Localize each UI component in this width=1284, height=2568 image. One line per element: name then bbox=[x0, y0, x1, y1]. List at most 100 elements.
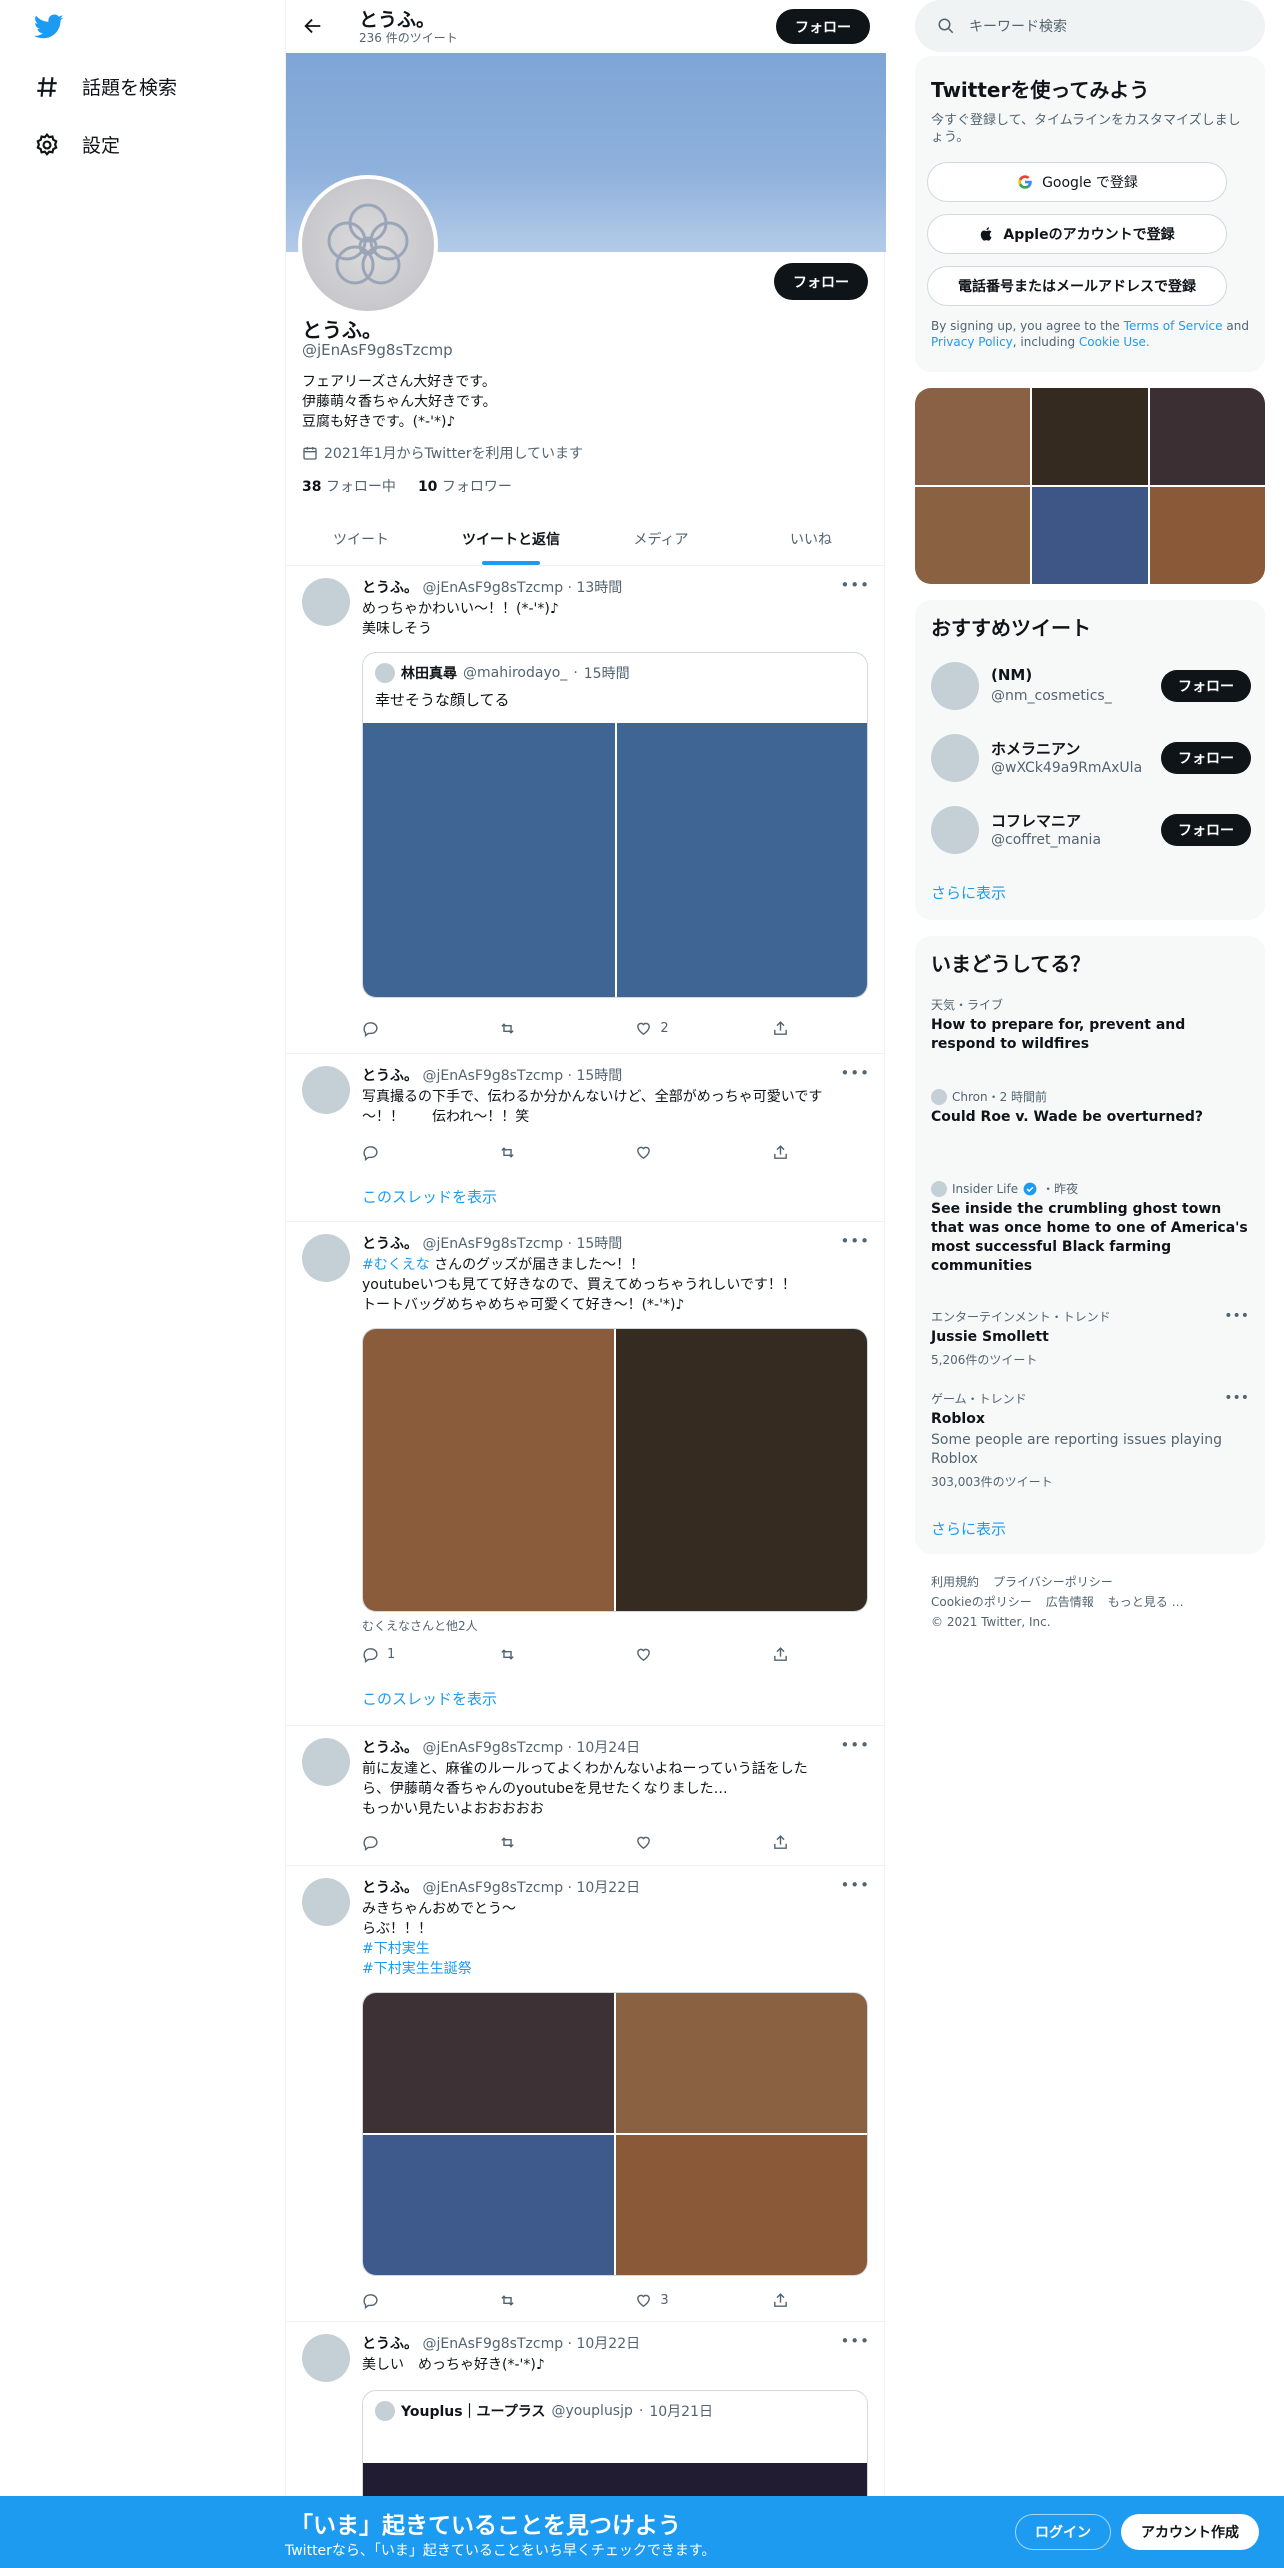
avatar[interactable] bbox=[302, 2334, 350, 2382]
profile-avatar[interactable] bbox=[298, 175, 438, 315]
reply-button[interactable] bbox=[362, 1142, 442, 1162]
like-button[interactable] bbox=[635, 1142, 715, 1162]
reply-button[interactable]: 1 bbox=[362, 1644, 442, 1664]
more-icon[interactable]: ••• bbox=[1224, 1390, 1249, 1406]
follow-button[interactable]: フォロー bbox=[1161, 814, 1251, 846]
share-button[interactable] bbox=[772, 1644, 792, 1664]
media-image[interactable] bbox=[363, 1993, 614, 2133]
show-thread-link[interactable]: このスレッドを表示 bbox=[362, 1186, 497, 1207]
retweet-button[interactable] bbox=[499, 1644, 579, 1664]
more-icon[interactable]: ••• bbox=[840, 2332, 870, 2350]
retweet-button[interactable] bbox=[499, 1832, 579, 1852]
tweet-author-handle[interactable]: @jEnAsF9g8sTzcmp bbox=[422, 1068, 563, 1084]
like-button[interactable] bbox=[635, 1832, 715, 1852]
avatar[interactable] bbox=[302, 1738, 350, 1786]
media-thumbnail[interactable] bbox=[1032, 487, 1148, 584]
media-image[interactable] bbox=[363, 1329, 614, 1611]
tweet[interactable]: とうふ。 @jEnAsF9g8sTzcmp · 13時間 ••• めっちゃかわい… bbox=[286, 566, 886, 1054]
follow-button[interactable]: フォロー bbox=[1161, 742, 1251, 774]
media-thumbnail[interactable] bbox=[915, 388, 1031, 485]
show-thread-link[interactable]: このスレッドを表示 bbox=[362, 1688, 497, 1709]
tab-tweets[interactable]: ツイート bbox=[286, 512, 436, 565]
media-image[interactable] bbox=[616, 2135, 867, 2275]
more-icon[interactable]: ••• bbox=[840, 1232, 870, 1250]
share-button[interactable] bbox=[772, 1142, 792, 1162]
hashtag-link[interactable]: #下村実生 bbox=[362, 1939, 516, 1959]
trend-item[interactable]: エンターテインメント・トレンド Jussie Smollett 5,206件のツ… bbox=[931, 1308, 1249, 1368]
tweet-time[interactable]: 10月22日 bbox=[576, 1880, 640, 1896]
tweet[interactable]: とうふ。 @jEnAsF9g8sTzcmp · 10月22日 ••• みきちゃん… bbox=[286, 1866, 886, 2322]
media-thumbnail[interactable] bbox=[915, 487, 1031, 584]
hashtag-link[interactable]: #むくえな bbox=[362, 1257, 430, 1273]
tweet-author-name[interactable]: とうふ。 bbox=[362, 1880, 418, 1896]
suggested-user[interactable]: コフレマニア @coffret_mania フォロー bbox=[931, 802, 1251, 858]
tweet[interactable]: とうふ。 @jEnAsF9g8sTzcmp · 15時間 ••• 写真撮るの下手… bbox=[286, 1054, 886, 1222]
more-icon[interactable]: ••• bbox=[1224, 1308, 1249, 1324]
trend-item[interactable]: Chron・2 時間前 Could Roe v. Wade be overtur… bbox=[931, 1088, 1249, 1127]
retweet-button[interactable] bbox=[499, 1142, 579, 1162]
footer-link-terms[interactable]: 利用規約 bbox=[931, 1575, 979, 1589]
media-image[interactable] bbox=[616, 1329, 867, 1611]
more-icon[interactable]: ••• bbox=[840, 1736, 870, 1754]
tweet[interactable]: とうふ。 @jEnAsF9g8sTzcmp · 10月24日 ••• 前に友達と… bbox=[286, 1726, 886, 1866]
media-image[interactable] bbox=[363, 2135, 614, 2275]
follow-button[interactable]: フォロー bbox=[1161, 670, 1251, 702]
trend-item[interactable]: Insider Life ・昨夜 See inside the crumbling… bbox=[931, 1180, 1249, 1276]
avatar[interactable] bbox=[302, 1234, 350, 1282]
tagged-users[interactable]: むくえなさんと他2人 bbox=[362, 1616, 478, 1636]
show-more-link[interactable]: さらに表示 bbox=[931, 1518, 1006, 1539]
footer-link-cookie[interactable]: Cookieのポリシー bbox=[931, 1595, 1032, 1609]
avatar[interactable] bbox=[302, 578, 350, 626]
tweet[interactable]: とうふ。 @jEnAsF9g8sTzcmp · 15時間 ••• #むくえな さ… bbox=[286, 1222, 886, 1726]
media-thumbnail[interactable] bbox=[1149, 487, 1265, 584]
tweet-author-name[interactable]: とうふ。 bbox=[362, 1236, 418, 1252]
hashtag-link[interactable]: #下村実生生誕祭 bbox=[362, 1959, 516, 1979]
footer-link-more[interactable]: もっと見る … bbox=[1108, 1595, 1184, 1609]
tweet-author-handle[interactable]: @jEnAsF9g8sTzcmp bbox=[422, 1236, 563, 1252]
like-button[interactable]: 3 bbox=[635, 2290, 715, 2310]
retweet-button[interactable] bbox=[499, 1018, 579, 1038]
media-image[interactable] bbox=[363, 723, 615, 997]
avatar[interactable] bbox=[302, 1066, 350, 1114]
media-image[interactable] bbox=[617, 723, 867, 997]
tweet-author-name[interactable]: とうふ。 bbox=[362, 1740, 418, 1756]
reply-button[interactable] bbox=[362, 1832, 442, 1852]
terms-of-service-link[interactable]: Terms of Service bbox=[1124, 319, 1223, 333]
profile-follow-button[interactable]: フォロー bbox=[774, 263, 868, 300]
twitter-logo-icon[interactable] bbox=[34, 14, 64, 40]
tweet-time[interactable]: 10月24日 bbox=[576, 1740, 640, 1756]
cookie-use-link[interactable]: Cookie Use. bbox=[1079, 335, 1150, 349]
tweet-time[interactable]: 15時間 bbox=[576, 1068, 622, 1084]
reply-button[interactable] bbox=[362, 2290, 442, 2310]
footer-link-privacy[interactable]: プライバシーポリシー bbox=[993, 1575, 1113, 1589]
back-arrow-icon[interactable] bbox=[302, 15, 324, 37]
reply-button[interactable] bbox=[362, 1018, 442, 1038]
google-signup-button[interactable]: Google で登録 bbox=[927, 162, 1227, 202]
more-icon[interactable]: ••• bbox=[840, 576, 870, 594]
trend-item[interactable]: 天気・ライブ How to prepare for, prevent and r… bbox=[931, 996, 1249, 1054]
login-button[interactable]: ログイン bbox=[1015, 2514, 1111, 2550]
tweet-time[interactable]: 10月22日 bbox=[576, 2336, 640, 2352]
tweet-author-handle[interactable]: @jEnAsF9g8sTzcmp bbox=[422, 2336, 563, 2352]
search-input[interactable]: キーワード検索 bbox=[915, 0, 1265, 52]
apple-signup-button[interactable]: Appleのアカウントで登録 bbox=[927, 214, 1227, 254]
share-button[interactable] bbox=[772, 1018, 792, 1038]
footer-link-ads[interactable]: 広告情報 bbox=[1046, 1595, 1094, 1609]
suggested-user[interactable]: ホメラニアン @wXCk49a9RmAxUla フォロー bbox=[931, 730, 1251, 786]
suggested-user[interactable]: (NM) @nm_cosmetics_ フォロー bbox=[931, 658, 1251, 714]
signup-button[interactable]: アカウント作成 bbox=[1121, 2514, 1259, 2550]
nav-explore[interactable]: 話題を検索 bbox=[34, 73, 177, 100]
tweet-author-name[interactable]: とうふ。 bbox=[362, 580, 418, 596]
tab-likes[interactable]: いいね bbox=[736, 512, 886, 565]
trend-item[interactable]: ゲーム・トレンド Roblox Some people are reportin… bbox=[931, 1390, 1249, 1490]
header-follow-button[interactable]: フォロー bbox=[776, 9, 870, 44]
tweet-time[interactable]: 15時間 bbox=[576, 1236, 622, 1252]
avatar[interactable] bbox=[302, 1878, 350, 1926]
tab-tweets-and-replies[interactable]: ツイートと返信 bbox=[436, 512, 586, 565]
tweet-author-handle[interactable]: @jEnAsF9g8sTzcmp bbox=[422, 1740, 563, 1756]
like-button[interactable] bbox=[635, 1644, 715, 1664]
retweet-button[interactable] bbox=[499, 2290, 579, 2310]
tweet-author-handle[interactable]: @jEnAsF9g8sTzcmp bbox=[422, 1880, 563, 1896]
share-button[interactable] bbox=[772, 2290, 792, 2310]
privacy-policy-link[interactable]: Privacy Policy bbox=[931, 335, 1013, 349]
